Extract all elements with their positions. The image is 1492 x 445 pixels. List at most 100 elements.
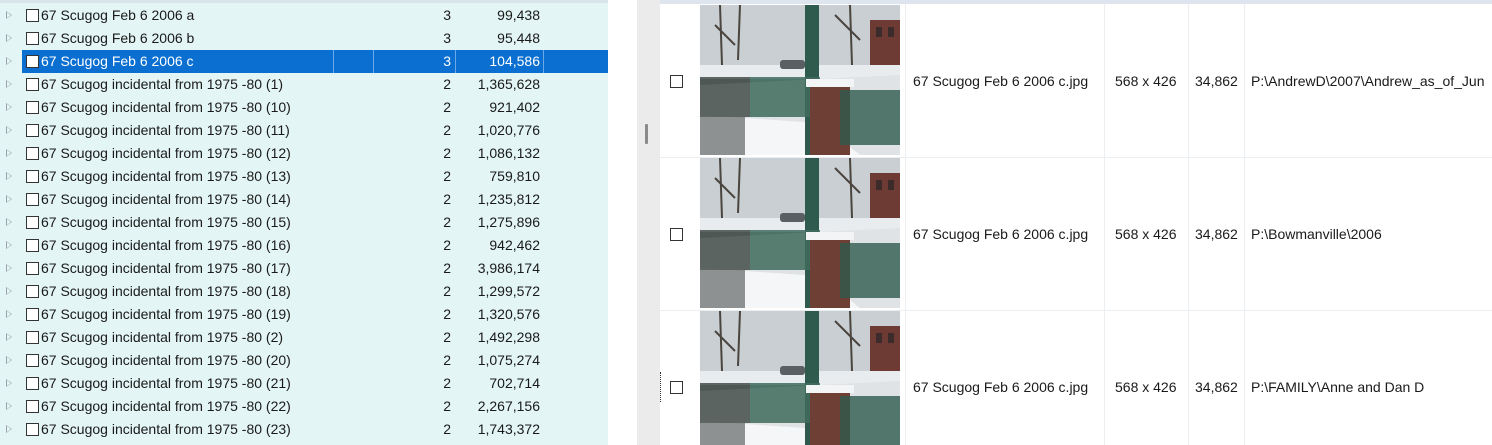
expand-arrow-icon[interactable] [6,379,12,387]
expand-arrow-icon[interactable] [6,287,12,295]
group-name: 67 Scugog incidental from 1975 -80 (17) [41,260,291,276]
expand-arrow-icon[interactable] [6,57,12,65]
file-path: P:\Bowmanville\2006 [1251,226,1382,242]
pane-splitter[interactable] [608,0,660,445]
column-divider [1104,4,1105,157]
expand-arrow-icon[interactable] [6,402,12,410]
group-row[interactable]: 67 Scugog incidental from 1975 -80 (19) 2… [0,303,608,326]
checkbox-icon[interactable] [26,124,39,137]
checkbox-icon[interactable] [26,377,39,390]
file-size: 34,862 [1195,226,1238,242]
duplicate-group-list[interactable]: 67 Scugog Feb 6 2006 a 3 99,438 67 Scugog F… [0,0,608,445]
group-file-count: 2 [443,329,451,345]
expand-arrow-icon[interactable] [6,103,12,111]
expand-arrow-icon[interactable] [6,149,12,157]
focus-indicator [660,372,661,402]
expand-arrow-icon[interactable] [6,126,12,134]
checkbox-icon[interactable] [26,239,39,252]
expand-arrow-icon[interactable] [6,425,12,433]
checkbox-icon[interactable] [26,193,39,206]
file-path: P:\FAMILY\Anne and Dan D [1251,379,1425,395]
expand-arrow-icon[interactable] [6,11,12,19]
file-row[interactable]: 67 Scugog Feb 6 2006 c.jpg 568 x 426 34,86… [660,310,1492,445]
group-row[interactable]: 67 Scugog incidental from 1975 -80 (20) 2… [0,349,608,372]
photo-thumbnail [700,4,900,155]
group-name: 67 Scugog incidental from 1975 -80 (15) [41,214,291,230]
checkbox-icon[interactable] [26,331,39,344]
checkbox-icon[interactable] [26,170,39,183]
checkbox-icon[interactable] [26,400,39,413]
checkbox-icon[interactable] [670,228,683,241]
group-row[interactable]: 67 Scugog Feb 6 2006 c 3 104,586 [0,50,608,73]
checkbox-icon[interactable] [26,32,39,45]
group-row[interactable]: 67 Scugog incidental from 1975 -80 (13) 2… [0,165,608,188]
checkbox-icon[interactable] [26,55,39,68]
checkbox-icon[interactable] [26,354,39,367]
thumbnail[interactable] [700,4,900,155]
checkbox-icon[interactable] [670,381,683,394]
checkbox-icon[interactable] [26,308,39,321]
group-row[interactable]: 67 Scugog incidental from 1975 -80 (1) 2 1… [0,73,608,96]
group-row[interactable]: 67 Scugog incidental from 1975 -80 (12) 2… [0,142,608,165]
group-name: 67 Scugog incidental from 1975 -80 (13) [41,168,291,184]
image-dimensions: 568 x 426 [1115,226,1177,242]
expand-arrow-icon[interactable] [6,356,12,364]
column-divider [1104,310,1105,445]
checkbox-icon[interactable] [26,262,39,275]
group-row[interactable]: 67 Scugog incidental from 1975 -80 (14) 2… [0,188,608,211]
expand-arrow-icon[interactable] [6,218,12,226]
group-file-count: 3 [443,30,451,46]
group-row[interactable]: 67 Scugog Feb 6 2006 a 3 99,438 [0,4,608,27]
group-row[interactable]: 67 Scugog incidental from 1975 -80 (18) 2… [0,280,608,303]
group-name: 67 Scugog incidental from 1975 -80 (12) [41,145,291,161]
group-row[interactable]: 67 Scugog incidental from 1975 -80 (16) 2… [0,234,608,257]
checkbox-icon[interactable] [26,78,39,91]
group-name: 67 Scugog incidental from 1975 -80 (18) [41,283,291,299]
checkbox-icon[interactable] [26,9,39,22]
group-row[interactable]: 67 Scugog incidental from 1975 -80 (15) 2… [0,211,608,234]
group-size: 104,586 [489,53,540,69]
group-file-count: 2 [443,76,451,92]
group-size: 3,986,174 [477,260,540,276]
group-row[interactable]: 67 Scugog incidental from 1975 -80 (21) 2… [0,372,608,395]
checkbox-icon[interactable] [26,101,39,114]
thumbnail[interactable] [700,157,900,308]
group-row[interactable]: 67 Scugog incidental from 1975 -80 (2) 2 1… [0,326,608,349]
group-row[interactable]: 67 Scugog incidental from 1975 -80 (10) 2… [0,96,608,119]
expand-arrow-icon[interactable] [6,80,12,88]
group-name: 67 Scugog Feb 6 2006 a [41,7,195,23]
checkbox-icon[interactable] [670,75,683,88]
duplicate-file-list[interactable]: 67 Scugog Feb 6 2006 c.jpg 568 x 426 34,86… [660,0,1492,445]
group-name: 67 Scugog incidental from 1975 -80 (2) [41,329,284,345]
group-name: 67 Scugog incidental from 1975 -80 (22) [41,398,291,414]
group-name: 67 Scugog incidental from 1975 -80 (10) [41,99,291,115]
file-path: P:\AndrewD\2007\Andrew_as_of_Jun [1251,73,1485,89]
expand-arrow-icon[interactable] [6,310,12,318]
thumbnail[interactable] [700,310,900,445]
expand-arrow-icon[interactable] [6,241,12,249]
expand-arrow-icon[interactable] [6,333,12,341]
checkbox-icon[interactable] [26,147,39,160]
group-row[interactable]: 67 Scugog incidental from 1975 -80 (23) 2… [0,418,608,441]
group-name: 67 Scugog Feb 6 2006 b [41,30,195,46]
expand-arrow-icon[interactable] [6,264,12,272]
checkbox-icon[interactable] [26,216,39,229]
column-divider [905,310,906,445]
expand-arrow-icon[interactable] [6,172,12,180]
splitter-grip-icon[interactable] [645,124,648,144]
splitter-strip[interactable] [637,0,660,445]
expand-arrow-icon[interactable] [6,34,12,42]
expand-arrow-icon[interactable] [6,195,12,203]
file-row[interactable]: 67 Scugog Feb 6 2006 c.jpg 568 x 426 34,86… [660,157,1492,311]
group-file-count: 2 [443,283,451,299]
group-size: 1,492,298 [477,329,540,345]
group-name: 67 Scugog Feb 6 2006 c [41,53,194,69]
group-row[interactable]: 67 Scugog incidental from 1975 -80 (11) 2… [0,119,608,142]
group-row[interactable]: 67 Scugog Feb 6 2006 b 3 95,448 [0,27,608,50]
checkbox-icon[interactable] [26,285,39,298]
group-row[interactable]: 67 Scugog incidental from 1975 -80 (22) 2… [0,395,608,418]
checkbox-icon[interactable] [26,423,39,436]
column-divider [1188,310,1189,445]
file-row[interactable]: 67 Scugog Feb 6 2006 c.jpg 568 x 426 34,86… [660,4,1492,158]
group-row[interactable]: 67 Scugog incidental from 1975 -80 (17) 2… [0,257,608,280]
